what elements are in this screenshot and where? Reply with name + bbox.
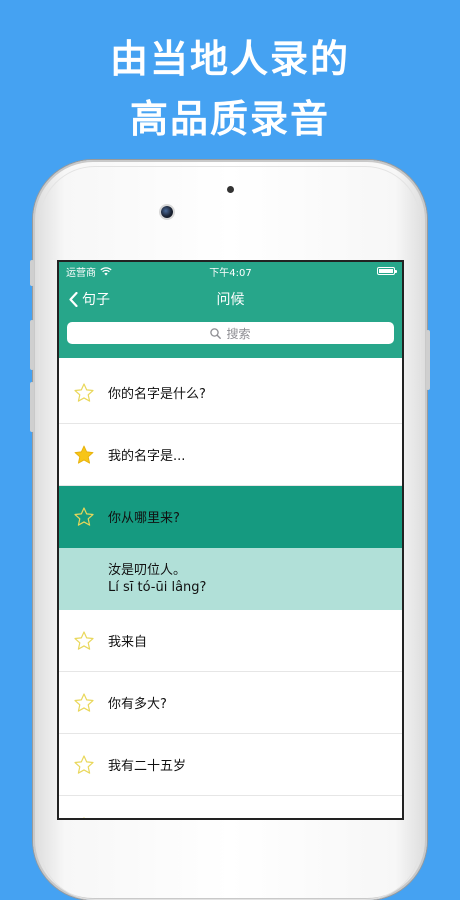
- list-item-selected[interactable]: 你从哪里来?: [59, 486, 402, 548]
- phrase-text: 你有多大?: [108, 697, 167, 712]
- phrase-text: 我来自: [108, 635, 148, 650]
- battery-icon: [377, 267, 397, 275]
- phrase-text: 我的名字是...: [108, 449, 186, 464]
- wifi-icon: [100, 266, 112, 275]
- mute-switch: [30, 260, 34, 286]
- navigation-bar: 句子 问候: [59, 280, 402, 318]
- list-item[interactable]: 你的名字是什么?: [59, 362, 402, 424]
- power-button: [426, 330, 430, 390]
- phrase-text: 我有二十五岁: [108, 759, 187, 774]
- phrase-list: 你的名字是什么? 我的名字是... 你从哪里来? 汝是叨位人。 Lí sī tó…: [59, 362, 402, 818]
- back-button[interactable]: 句子: [59, 289, 110, 309]
- phrase-text: 你从哪里来?: [108, 511, 180, 526]
- list-item[interactable]: 你有多大?: [59, 672, 402, 734]
- star-filled-icon[interactable]: [73, 444, 95, 466]
- page-title: 问候: [216, 292, 245, 308]
- search-icon: [210, 327, 222, 339]
- list-item[interactable]: [59, 796, 402, 818]
- star-outline-icon[interactable]: [73, 506, 95, 528]
- app-screen: 运营商 下午4:07 句子 问候 搜索 你的名字是什么? 我的名字是... 你从…: [59, 262, 402, 818]
- translation-text: 汝是叨位人。: [108, 562, 187, 578]
- translation-detail[interactable]: 汝是叨位人。 Lí sī tó-ūi lâng?: [59, 548, 402, 610]
- promo-headline-line2: 高品质录音: [129, 97, 330, 141]
- search-bar: 搜索: [59, 318, 402, 358]
- carrier-label: 运营商: [66, 267, 96, 279]
- status-left: 运营商: [66, 264, 112, 279]
- front-camera: [161, 206, 173, 218]
- search-placeholder: 搜索: [226, 326, 251, 341]
- promo-headline-line1: 由当地人录的: [109, 37, 350, 81]
- star-outline-icon[interactable]: [73, 692, 95, 714]
- search-input[interactable]: 搜索: [67, 322, 394, 344]
- romanization-text: Lí sī tó-ūi lâng?: [108, 579, 207, 595]
- list-item[interactable]: 我有二十五岁: [59, 734, 402, 796]
- earpiece-speaker: [227, 186, 234, 193]
- list-item[interactable]: 我来自: [59, 610, 402, 672]
- chevron-left-icon: [69, 291, 78, 307]
- star-outline-icon[interactable]: [73, 382, 95, 404]
- status-bar: 运营商 下午4:07: [59, 262, 402, 280]
- volume-up-button: [30, 320, 34, 370]
- volume-down-button: [30, 382, 34, 432]
- list-item[interactable]: 我的名字是...: [59, 424, 402, 486]
- star-outline-icon[interactable]: [73, 754, 95, 776]
- phrase-text: 你的名字是什么?: [108, 387, 206, 402]
- back-button-label: 句子: [82, 292, 110, 308]
- star-outline-icon[interactable]: [73, 630, 95, 652]
